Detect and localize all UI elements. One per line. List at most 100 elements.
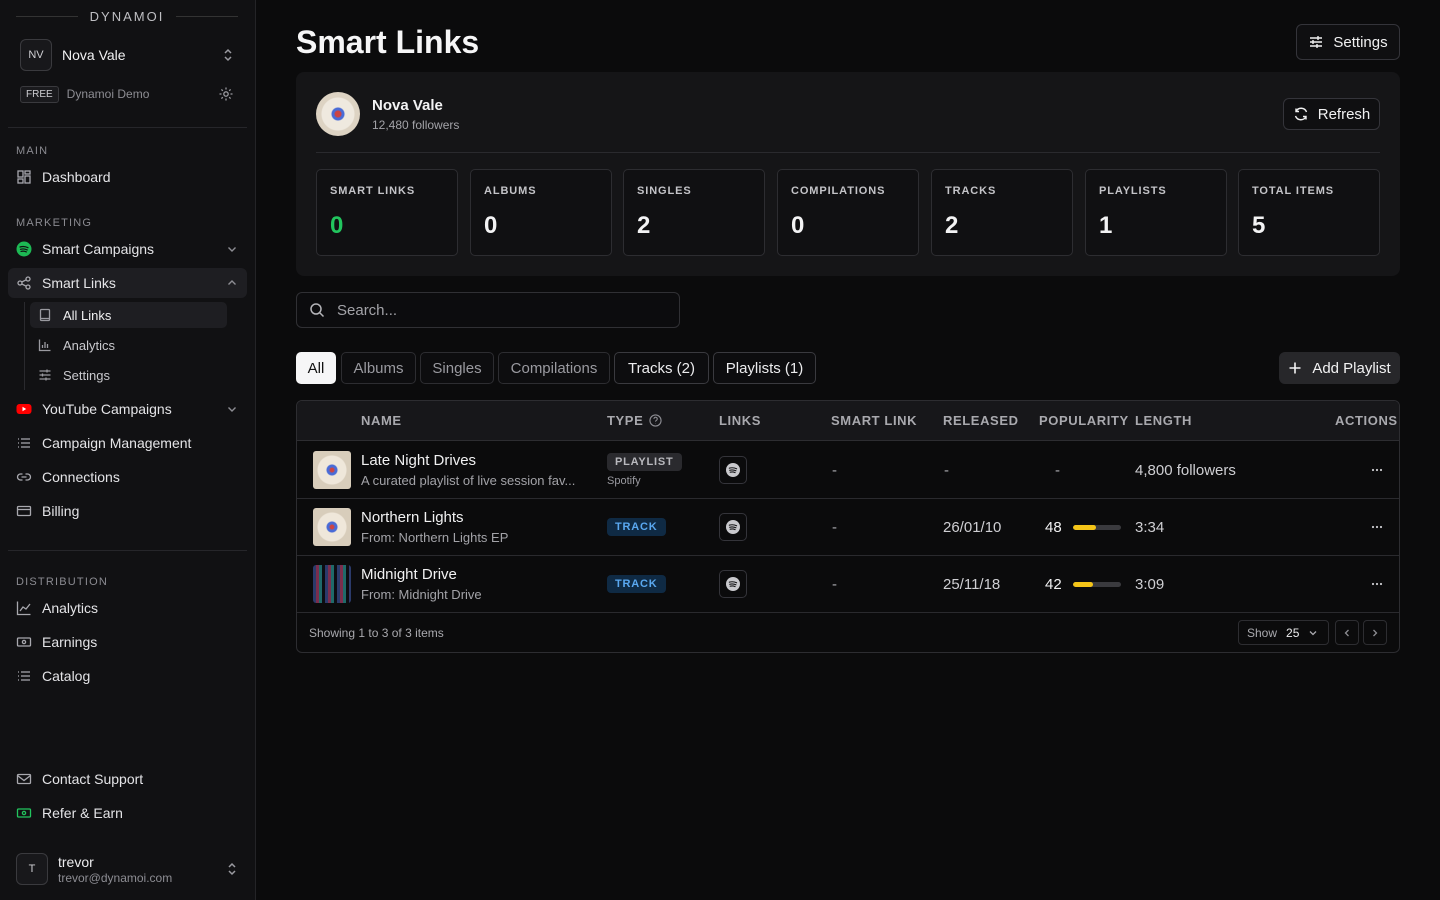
sidebar-item-campaign-management[interactable]: Campaign Management: [8, 428, 247, 458]
sidebar-subitem-analytics[interactable]: Analytics: [30, 332, 227, 358]
sidebar-subitem-all-links[interactable]: All Links: [30, 302, 227, 328]
column-header-popularity[interactable]: POPULARITY: [1039, 413, 1129, 428]
stat-value: 0: [791, 212, 805, 239]
page-size-select[interactable]: Show 25: [1238, 620, 1329, 645]
sidebar-item-label: Contact Support: [42, 771, 144, 787]
sidebar-item-label: Catalog: [42, 668, 91, 684]
stat-value: 0: [330, 212, 344, 239]
org-avatar: NV: [20, 39, 52, 71]
sidebar-item-analytics[interactable]: Analytics: [8, 593, 247, 623]
links-table: NAME TYPE LINKS SMART LINK RELEASED POPU…: [296, 400, 1400, 653]
add-playlist-button[interactable]: Add Playlist: [1279, 352, 1400, 384]
sidebar-item-smart-links[interactable]: Smart Links: [8, 268, 247, 298]
user-menu[interactable]: T trevor trevor@dynamoi.com: [16, 852, 244, 886]
actions-cell: [1367, 499, 1387, 555]
gear-icon[interactable]: [218, 86, 234, 102]
column-header-type[interactable]: TYPE: [607, 413, 662, 428]
links-cell: [719, 442, 747, 498]
plus-icon: [1288, 361, 1302, 375]
org-switcher[interactable]: NV Nova Vale: [16, 38, 240, 72]
refresh-icon: [1293, 106, 1309, 122]
page-title: Smart Links: [296, 24, 480, 60]
sidebar-subitem-label: All Links: [63, 307, 112, 323]
settings-button-label: Settings: [1333, 33, 1388, 51]
popularity-value: 48: [1045, 518, 1062, 536]
sidebar-item-catalog[interactable]: Catalog: [8, 661, 247, 691]
sidebar-item-dashboard[interactable]: Dashboard: [8, 162, 247, 192]
section-label-marketing: MARKETING: [16, 217, 93, 229]
popularity-value: 42: [1045, 575, 1062, 593]
settings-button[interactable]: Settings: [1296, 24, 1400, 60]
filter-tab-compilations[interactable]: Compilations: [498, 352, 610, 384]
sidebar-item-label: Connections: [42, 469, 120, 485]
sidebar-item-label: Earnings: [42, 634, 98, 650]
stat-value: 0: [484, 212, 498, 239]
filter-tab-playlists[interactable]: Playlists (1): [713, 352, 816, 384]
sidebar-item-billing[interactable]: Billing: [8, 496, 247, 526]
plan-row: FREE Dynamoi Demo: [20, 84, 234, 104]
chevrons-up-down-icon: [226, 861, 238, 877]
sidebar-item-earnings[interactable]: Earnings: [8, 627, 247, 657]
filter-tab-singles[interactable]: Singles: [420, 352, 494, 384]
popularity-cell: -: [1055, 461, 1060, 479]
more-horizontal-icon[interactable]: [1367, 574, 1387, 594]
item-subtitle: From: Midnight Drive: [361, 587, 482, 602]
column-header-released[interactable]: RELEASED: [943, 413, 1019, 428]
table-row[interactable]: Late Night Drives A curated playlist of …: [297, 442, 1399, 499]
more-horizontal-icon[interactable]: [1367, 517, 1387, 537]
spotify-icon: [726, 577, 740, 591]
org-name: Nova Vale: [62, 47, 126, 63]
previous-page-button[interactable]: [1335, 620, 1359, 645]
table-row[interactable]: Northern Lights From: Northern Lights EP…: [297, 499, 1399, 556]
chevron-up-icon: [225, 276, 239, 290]
item-subtitle: From: Northern Lights EP: [361, 530, 509, 545]
sidebar-item-refer-earn[interactable]: Refer & Earn: [8, 798, 247, 828]
refresh-button[interactable]: Refresh: [1283, 98, 1380, 130]
help-circle-icon[interactable]: [649, 414, 662, 427]
table-row[interactable]: Midnight Drive From: Midnight Drive TRAC…: [297, 556, 1399, 613]
column-header-name[interactable]: NAME: [361, 413, 402, 428]
list-icon: [16, 668, 32, 684]
divider: [316, 152, 1380, 153]
links-cell: [719, 556, 747, 612]
length-cell: 3:09: [1135, 575, 1165, 593]
column-header-label: TYPE: [607, 413, 644, 428]
sidebar-item-contact-support[interactable]: Contact Support: [8, 764, 247, 794]
sidebar-subitem-settings[interactable]: Settings: [30, 362, 227, 388]
sliders-icon: [1308, 34, 1324, 50]
filter-tab-all[interactable]: All: [296, 352, 336, 384]
type-cell: PLAYLIST Spotify: [607, 442, 682, 498]
stat-label: COMPILATIONS: [791, 185, 886, 197]
popularity-cell: 48: [1045, 499, 1121, 555]
more-horizontal-icon[interactable]: [1367, 460, 1387, 480]
divider: [16, 15, 78, 17]
sidebar-item-label: Billing: [42, 503, 80, 519]
section-label-main: MAIN: [16, 145, 49, 157]
sidebar-item-label: Smart Links: [42, 275, 116, 291]
spotify-link-button[interactable]: [719, 456, 747, 484]
filter-tab-albums[interactable]: Albums: [341, 352, 416, 384]
column-header-length[interactable]: LENGTH: [1135, 413, 1192, 428]
next-page-button[interactable]: [1363, 620, 1387, 645]
book-icon: [38, 308, 52, 322]
sidebar-item-youtube-campaigns[interactable]: YouTube Campaigns: [8, 394, 247, 424]
type-cell: TRACK: [607, 499, 666, 555]
column-header-links: LINKS: [719, 413, 761, 428]
cover-image: [313, 499, 351, 555]
sidebar-item-smart-campaigns[interactable]: Smart Campaigns: [8, 234, 247, 264]
search-icon: [309, 302, 325, 318]
sidebar-item-connections[interactable]: Connections: [8, 462, 247, 492]
released-cell: 25/11/18: [943, 575, 1001, 593]
sidebar-item-label: YouTube Campaigns: [42, 401, 172, 417]
filter-tab-tracks[interactable]: Tracks (2): [614, 352, 709, 384]
search-input[interactable]: [337, 301, 657, 319]
share-icon: [16, 275, 32, 291]
user-info: trevor trevor@dynamoi.com: [58, 854, 226, 885]
workspace-name: Dynamoi Demo: [66, 87, 150, 101]
pagination-summary: Showing 1 to 3 of 3 items: [309, 626, 444, 640]
divider: [8, 550, 247, 551]
spotify-link-button[interactable]: [719, 513, 747, 541]
spotify-link-button[interactable]: [719, 570, 747, 598]
bar-chart-icon: [38, 338, 52, 352]
sidebar-item-label: Analytics: [42, 600, 99, 616]
